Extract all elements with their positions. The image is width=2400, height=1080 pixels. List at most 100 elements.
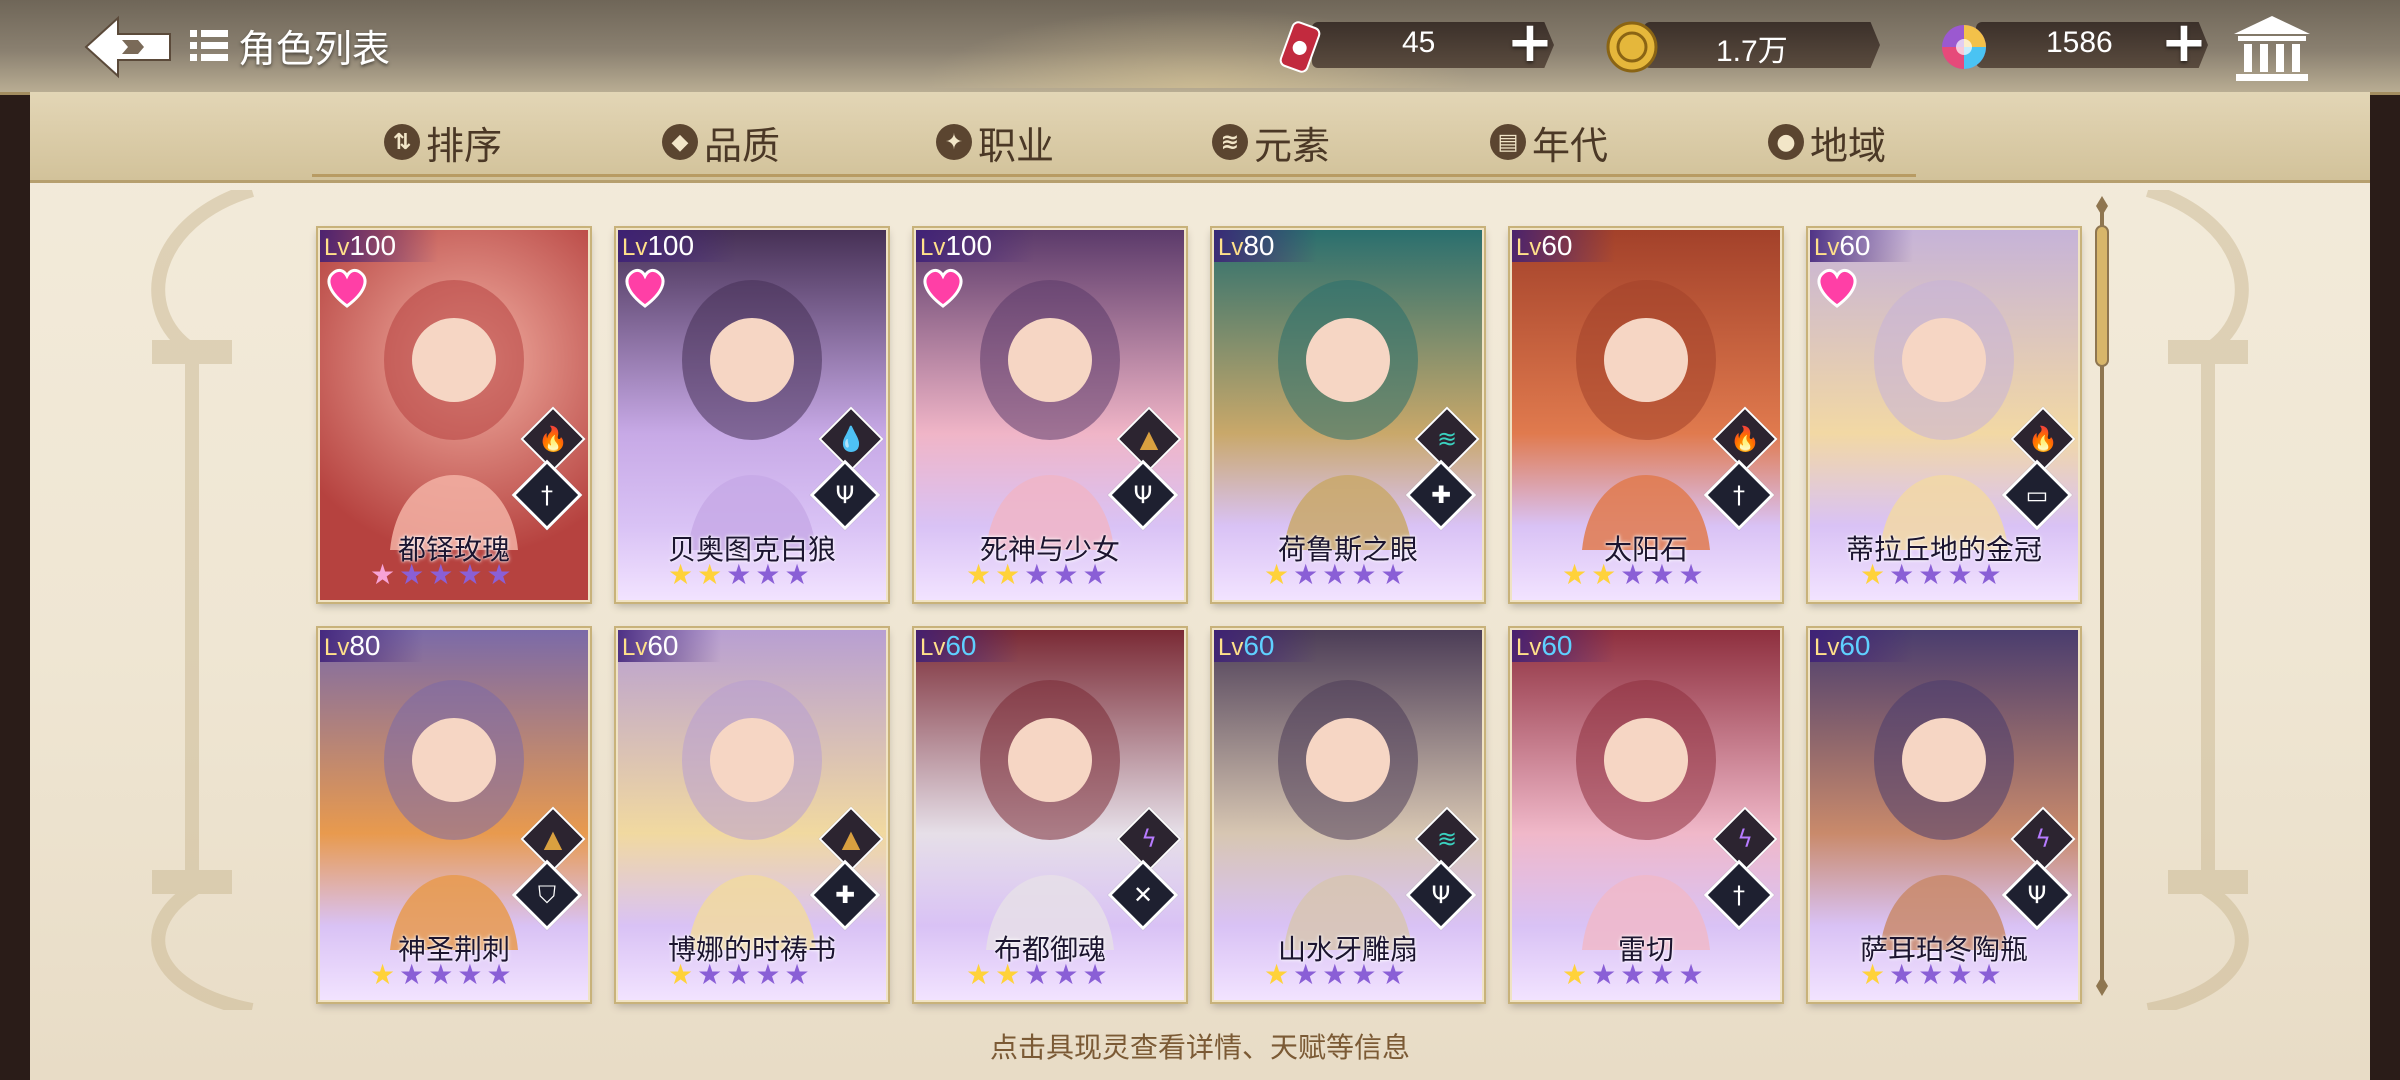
- star-rating: ★ ★ ★ ★ ★: [668, 560, 810, 590]
- star-filled-icon: ★: [668, 558, 694, 591]
- level-value: 100: [945, 230, 993, 261]
- back-button[interactable]: [84, 14, 176, 80]
- star-filled-icon: ★: [995, 958, 1021, 991]
- star-rating: ★ ★ ★ ★ ★: [1562, 960, 1704, 990]
- stamina-counter: 45 +: [1272, 15, 1554, 73]
- hint-text: 点击具现灵查看详情、天赋等信息: [989, 1031, 1410, 1064]
- star-filled-icon: ★: [1860, 558, 1886, 591]
- star-empty-icon: ★: [755, 558, 781, 591]
- era-icon: ▤: [1490, 124, 1526, 160]
- level-badge: Lv100: [916, 230, 1035, 262]
- character-card[interactable]: Lv80 ▲ ⛉ 神圣荆刺 ★ ★ ★ ★ ★: [318, 628, 590, 1002]
- star-empty-icon: ★: [1024, 958, 1050, 991]
- character-card[interactable]: Lv60 ϟ ✕ 布都御魂 ★ ★ ★ ★ ★: [914, 628, 1186, 1002]
- scrollbar-thumb: [2095, 225, 2109, 367]
- star-empty-icon: ★: [1889, 558, 1915, 591]
- level-value: 60: [647, 630, 679, 661]
- gem-counter: 1586 +: [1936, 15, 2208, 72]
- class-icon: ✦: [936, 124, 972, 160]
- star-empty-icon: ★: [1322, 558, 1348, 591]
- star-filled-icon: ★: [995, 558, 1021, 591]
- star-empty-icon: ★: [428, 958, 454, 991]
- level-prefix: Lv: [1814, 234, 1840, 261]
- tab-label: 品质: [704, 123, 781, 168]
- level-prefix: Lv: [920, 634, 946, 661]
- level-badge: Lv100: [320, 230, 439, 262]
- level-badge: Lv60: [1810, 230, 1913, 262]
- star-empty-icon: ★: [1976, 558, 2002, 591]
- sort-icon: ⇅: [384, 124, 420, 160]
- star-empty-icon: ★: [784, 558, 810, 591]
- tab-sort[interactable]: ⇅ 排序: [384, 112, 502, 172]
- right-ornament: [2145, 190, 2249, 1010]
- star-empty-icon: ★: [1947, 558, 1973, 591]
- character-card[interactable]: Lv100 💧 Ψ 贝奥图克白狼 ★ ★ ★ ★ ★: [616, 228, 888, 602]
- tab-quality[interactable]: ◆ 品质: [662, 112, 780, 172]
- quality-icon: ◆: [662, 124, 698, 160]
- star-rating: ★ ★ ★ ★ ★: [1562, 560, 1704, 590]
- star-empty-icon: ★: [1947, 958, 1973, 991]
- star-empty-icon: ★: [486, 558, 512, 591]
- star-empty-icon: ★: [1082, 958, 1108, 991]
- add-stamina-button[interactable]: +: [1506, 15, 1554, 71]
- favorite-heart-icon: [625, 268, 665, 308]
- tab-element[interactable]: ≋ 元素: [1212, 112, 1330, 172]
- star-empty-icon: ★: [1649, 558, 1675, 591]
- level-badge: Lv60: [618, 630, 721, 662]
- star-empty-icon: ★: [1380, 958, 1406, 991]
- museum-button[interactable]: [2232, 14, 2312, 84]
- star-rating: ★ ★ ★ ★ ★: [966, 560, 1108, 590]
- level-value: 80: [1243, 230, 1275, 261]
- star-rating: ★ ★ ★ ★ ★: [370, 560, 512, 590]
- level-badge: Lv60: [916, 630, 1019, 662]
- character-card[interactable]: Lv60 ϟ † 雷切 ★ ★ ★ ★ ★: [1510, 628, 1782, 1002]
- level-badge: Lv60: [1512, 630, 1615, 662]
- star-empty-icon: ★: [726, 958, 752, 991]
- star-empty-icon: ★: [755, 958, 781, 991]
- star-empty-icon: ★: [486, 958, 512, 991]
- star-empty-icon: ★: [697, 958, 723, 991]
- star-filled-icon: ★: [1591, 558, 1617, 591]
- character-card[interactable]: Lv60 ▲ ✚ 博娜的时祷书 ★ ★ ★ ★ ★: [616, 628, 888, 1002]
- star-empty-icon: ★: [1918, 558, 1944, 591]
- favorite-heart-icon: [923, 268, 963, 308]
- star-filled-icon: ★: [1264, 958, 1290, 991]
- level-value: 60: [1839, 630, 1871, 661]
- level-value: 60: [1839, 230, 1871, 261]
- star-empty-icon: ★: [1889, 958, 1915, 991]
- star-empty-icon: ★: [1053, 958, 1079, 991]
- level-badge: Lv80: [320, 630, 423, 662]
- star-empty-icon: ★: [1649, 958, 1675, 991]
- star-empty-icon: ★: [1620, 558, 1646, 591]
- tab-region[interactable]: ● 地域: [1768, 112, 1886, 172]
- character-card[interactable]: Lv60 ≋ Ψ 山水牙雕扇 ★ ★ ★ ★ ★: [1212, 628, 1484, 1002]
- level-value: 100: [647, 230, 695, 261]
- scrollbar[interactable]: [2094, 196, 2110, 996]
- star-empty-icon: ★: [1918, 958, 1944, 991]
- tab-underline: [1696, 174, 1916, 177]
- star-empty-icon: ★: [1351, 958, 1377, 991]
- character-card[interactable]: Lv100 🔥 † 都铎玫瑰 ★ ★ ★ ★ ★: [318, 228, 590, 602]
- star-filled-icon: ★: [1562, 558, 1588, 591]
- page-title: 角色列表: [238, 26, 391, 71]
- character-card[interactable]: Lv60 🔥 ▭ 蒂拉丘地的金冠 ★ ★ ★ ★ ★: [1808, 228, 2080, 602]
- star-filled-icon: ★: [1264, 558, 1290, 591]
- level-badge: Lv60: [1512, 230, 1615, 262]
- character-card[interactable]: Lv80 ≋ ✚ 荷鲁斯之眼 ★ ★ ★ ★ ★: [1212, 228, 1484, 602]
- character-card[interactable]: Lv60 🔥 † 太阳石 ★ ★ ★ ★ ★: [1510, 228, 1782, 602]
- level-prefix: Lv: [324, 634, 350, 661]
- level-value: 80: [349, 630, 381, 661]
- star-empty-icon: ★: [1380, 558, 1406, 591]
- tab-class[interactable]: ✦ 职业: [936, 112, 1054, 172]
- level-prefix: Lv: [622, 634, 648, 661]
- level-value: 60: [1541, 230, 1573, 261]
- level-badge: Lv60: [1214, 630, 1317, 662]
- character-card[interactable]: Lv60 ϟ Ψ 萨耳珀冬陶瓶 ★ ★ ★ ★ ★: [1808, 628, 2080, 1002]
- level-prefix: Lv: [1516, 634, 1542, 661]
- tab-era[interactable]: ▤ 年代: [1490, 112, 1608, 172]
- favorite-heart-icon: [327, 268, 367, 308]
- character-card[interactable]: Lv100 ▲ Ψ 死神与少女 ★ ★ ★ ★ ★: [914, 228, 1186, 602]
- tab-label: 排序: [426, 123, 503, 168]
- star-empty-icon: ★: [1024, 558, 1050, 591]
- add-gem-button[interactable]: +: [2160, 15, 2208, 71]
